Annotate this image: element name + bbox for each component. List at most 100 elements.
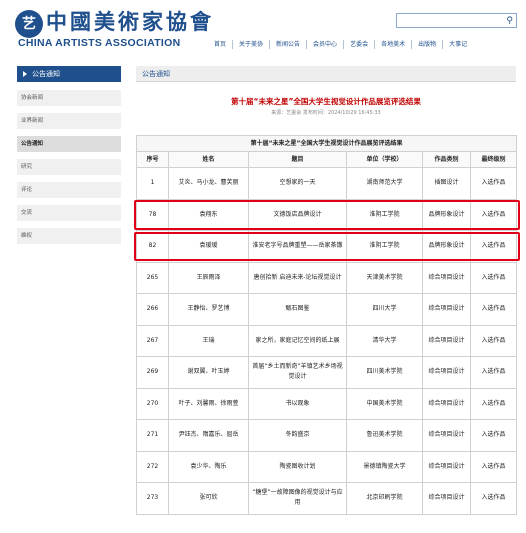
cell-category: 综合项目设计 <box>422 387 471 420</box>
cell-title: 甄石图鉴 <box>248 293 347 326</box>
cell-category: 综合项目设计 <box>422 324 471 357</box>
cell-category: 综合项目设计 <box>422 293 471 326</box>
site-header: 艺 中國美術家協會 CHINA ARTISTS ASSOCIATION ⚲ 首页… <box>0 0 526 56</box>
table-row: 1 艾炎、马小龙、曹芙丽 空想家的一天 湖南师范大学 插图设计 入选作品 <box>136 167 518 200</box>
table-header-row: 序号 姓名 题目 单位（学校） 作品类别 最终级别 <box>136 151 518 168</box>
logo-english-name[interactable]: CHINA ARTISTS ASSOCIATION <box>18 37 180 49</box>
breadcrumb[interactable]: 公告通知 <box>136 66 516 82</box>
table-row: 269 谢双翼、叶玉婷 首届“乡土而新奇”羊镇艺术乡场视觉设计 四川美术学院 综合项目设… <box>136 356 518 389</box>
cell-category: 综合项目设计 <box>422 419 471 452</box>
article-title: 第十届“未来之星”全国大学生视觉设计作品展览评选结果 <box>231 97 421 106</box>
results-table: 第十届“未来之星”全国大学生视觉设计作品展览评选结果 序号 姓名 题目 单位（学… <box>135 135 518 515</box>
nav-item-regional[interactable]: 各地美术 <box>375 39 413 49</box>
cell-level: 入选作品 <box>469 198 518 231</box>
table-row: 270 叶子、刘馨雨、徐雨萱 书以观象 中国美术学院 综合项目设计 入选作品 <box>136 387 518 420</box>
cell-level: 入选作品 <box>469 324 518 357</box>
article-meta: 来源：艺委会 发布时间：2024/10/29 16:45:33 <box>271 110 381 116</box>
sidebar: 公告通知 协会新闻 业界新闻 公告通知 研究 评论 交流 维权 <box>17 66 121 251</box>
main-nav: 首页 关于美协 新闻公告 会员中心 艺委会 各地美术 出版物 大事记 <box>208 39 473 49</box>
cell-number: 265 <box>136 261 169 294</box>
cell-school: 四川大学 <box>346 293 423 326</box>
nav-item-home[interactable]: 首页 <box>208 39 234 49</box>
cell-name: 袁少华、陶乐 <box>168 450 249 483</box>
nav-item-art-committee[interactable]: 艺委会 <box>344 39 376 49</box>
cell-name: 尹钰杰、隋嘉乐、屈岳 <box>168 419 249 452</box>
cell-level: 入选作品 <box>469 419 518 452</box>
column-header-title: 题目 <box>248 151 347 168</box>
table-row: 82 袁瑷瑷 淮安老字号品牌重塑——岳家茶馓 淮阴工学院 品牌形象设计 入选作品 <box>136 230 518 263</box>
cell-level: 入选作品 <box>469 450 518 483</box>
cell-name: 袁瑷瑷 <box>168 230 249 263</box>
sidebar-item-exchange[interactable]: 交流 <box>17 205 121 221</box>
cell-number: 266 <box>136 293 169 326</box>
nav-item-members[interactable]: 会员中心 <box>307 39 345 49</box>
cell-title: 空想家的一天 <box>248 167 347 200</box>
cell-name: 王辰雨泽 <box>168 261 249 294</box>
cell-title: 陶瓷图收计划 <box>248 450 347 483</box>
cell-category: 综合项目设计 <box>422 261 471 294</box>
cell-name: 王瑞 <box>168 324 249 357</box>
cell-school: 天津美术学院 <box>346 261 423 294</box>
cell-category: 插图设计 <box>422 167 471 200</box>
cell-level: 入选作品 <box>469 293 518 326</box>
column-header-number: 序号 <box>136 151 169 168</box>
cell-category: 综合项目设计 <box>422 482 471 515</box>
logo-emblem[interactable]: 艺 <box>15 10 43 38</box>
cell-name: 张可欣 <box>168 482 249 515</box>
cell-school: 淮阴工学院 <box>346 230 423 263</box>
table-row: 265 王辰雨泽 唐创拾新 启迪未来-论坛视觉设计 天津美术学院 综合项目设计 入选作品 <box>136 261 518 294</box>
cell-category: 综合项目设计 <box>422 356 471 389</box>
table-caption: 第十届“未来之星”全国大学生视觉设计作品展览评选结果 <box>135 135 518 152</box>
sidebar-item-research[interactable]: 研究 <box>17 159 121 175</box>
cell-title: 唐创拾新 启迪未来-论坛视觉设计 <box>248 261 347 294</box>
cell-number: 273 <box>136 482 169 515</box>
nav-item-chronicle[interactable]: 大事记 <box>443 40 473 49</box>
nav-item-publications[interactable]: 出版物 <box>412 39 444 49</box>
sidebar-item-announcements[interactable]: 公告通知 <box>17 136 121 152</box>
sidebar-item-industry-news[interactable]: 业界新闻 <box>17 113 121 129</box>
cell-level: 入选作品 <box>469 387 518 420</box>
cell-school: 北京印刷学院 <box>346 482 423 515</box>
sidebar-title: 公告通知 <box>17 66 121 82</box>
cell-level: 入选作品 <box>469 482 518 515</box>
column-header-name: 姓名 <box>168 151 249 168</box>
column-header-school: 单位（学校） <box>346 151 423 168</box>
cell-title: 文德饭店品牌设计 <box>248 198 347 231</box>
cell-level: 入选作品 <box>469 261 518 294</box>
table-row: 273 张可欣 “糖堡”一故障图像的视觉设计与应用 北京印刷学院 综合项目设计 入选作品 <box>136 482 518 515</box>
cell-school: 湖南师范大学 <box>346 167 423 200</box>
cell-number: 1 <box>136 167 169 200</box>
main-content: 公告通知 第十届“未来之星”全国大学生视觉设计作品展览评选结果 来源：艺委会 发… <box>135 66 518 515</box>
cell-name: 王静怡、罗艺博 <box>168 293 249 326</box>
table-row: 78 袁翔东 文德饭店品牌设计 淮阴工学院 品牌形象设计 入选作品 <box>136 198 518 231</box>
sidebar-item-association-news[interactable]: 协会新闻 <box>17 90 121 106</box>
search-input[interactable]: ⚲ <box>396 13 517 28</box>
arrow-right-icon <box>23 71 27 77</box>
cell-school: 清华大学 <box>346 324 423 357</box>
cell-number: 272 <box>136 450 169 483</box>
cell-title: 首届“乡土而新奇”羊镇艺术乡场视觉设计 <box>248 356 347 389</box>
search-icon[interactable]: ⚲ <box>506 15 513 27</box>
sidebar-item-rights[interactable]: 维权 <box>17 228 121 244</box>
cell-number: 267 <box>136 324 169 357</box>
table-row: 271 尹钰杰、隋嘉乐、屈岳 冬韵盛京 鲁迅美术学院 综合项目设计 入选作品 <box>136 419 518 452</box>
nav-item-about[interactable]: 关于美协 <box>233 39 271 49</box>
nav-item-news[interactable]: 新闻公告 <box>270 39 308 49</box>
table-caption-row: 第十届“未来之星”全国大学生视觉设计作品展览评选结果 <box>135 135 518 152</box>
column-header-category: 作品类别 <box>422 151 471 168</box>
cell-title: 家之所，家庭记忆空间的纸上展 <box>248 324 347 357</box>
cell-number: 271 <box>136 419 169 452</box>
column-header-level: 最终级别 <box>469 151 518 168</box>
cell-category: 品牌形象设计 <box>422 198 471 231</box>
cell-number: 78 <box>136 198 169 231</box>
cell-level: 入选作品 <box>469 356 518 389</box>
cell-number: 82 <box>136 230 169 263</box>
logo-chinese-name[interactable]: 中國美術家協會 <box>46 10 214 34</box>
cell-school: 鲁迅美术学院 <box>346 419 423 452</box>
sidebar-item-review[interactable]: 评论 <box>17 182 121 198</box>
cell-level: 入选作品 <box>469 230 518 263</box>
cell-name: 艾炎、马小龙、曹芙丽 <box>168 167 249 200</box>
cell-number: 269 <box>136 356 169 389</box>
cell-title: 冬韵盛京 <box>248 419 347 452</box>
table-row: 272 袁少华、陶乐 陶瓷图收计划 景德镇陶瓷大学 综合项目设计 入选作品 <box>136 450 518 483</box>
